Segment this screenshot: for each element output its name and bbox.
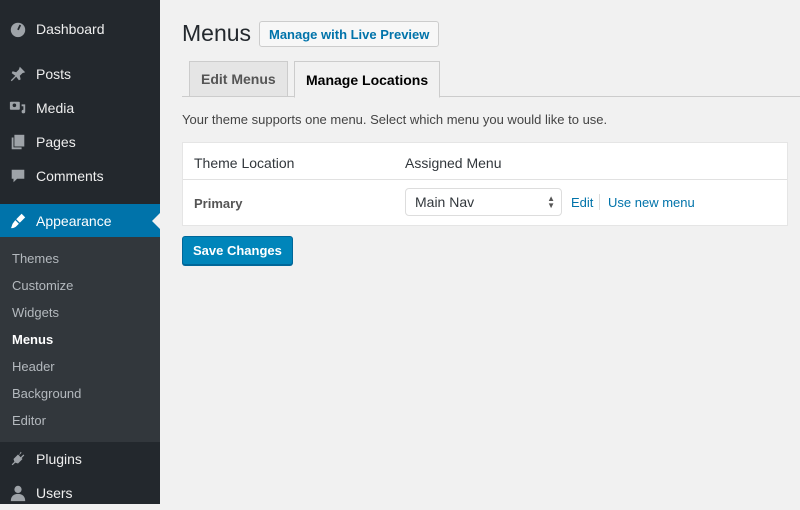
- description: Your theme supports one menu. Select whi…: [182, 112, 608, 127]
- use-new-menu-link[interactable]: Use new menu: [608, 195, 695, 210]
- sidebar-item-label: Pages: [36, 134, 76, 150]
- submenu-item-background[interactable]: Background: [12, 386, 81, 401]
- media-icon: [8, 98, 28, 118]
- edit-menu-link[interactable]: Edit: [571, 195, 593, 210]
- sidebar-item-label: Dashboard: [36, 21, 105, 37]
- live-preview-button[interactable]: Manage with Live Preview: [259, 21, 440, 47]
- submenu-item-menus[interactable]: Menus: [12, 332, 53, 347]
- appearance-submenu: Themes Customize Widgets Menus Header Ba…: [0, 237, 160, 442]
- submenu-item-widgets[interactable]: Widgets: [12, 305, 59, 320]
- pin-icon: [8, 64, 28, 84]
- sidebar-item-label: Comments: [36, 168, 104, 184]
- plug-icon: [8, 449, 28, 469]
- menu-select[interactable]: Main Nav ▲ ▼: [405, 188, 562, 216]
- admin-sidebar: Dashboard Posts Media Pages Comments App…: [0, 0, 160, 504]
- sidebar-item-dashboard[interactable]: Dashboard: [0, 12, 160, 46]
- comment-icon: [8, 166, 28, 186]
- sidebar-item-pages[interactable]: Pages: [0, 125, 160, 159]
- paintbrush-icon: [8, 211, 28, 231]
- menu-select-value: Main Nav: [415, 194, 475, 210]
- column-header-menu: Assigned Menu: [405, 155, 502, 171]
- sidebar-item-comments[interactable]: Comments: [0, 159, 160, 193]
- tab-manage-locations[interactable]: Manage Locations: [294, 61, 441, 98]
- pages-icon: [8, 132, 28, 152]
- select-arrows-icon: ▲ ▼: [547, 194, 555, 210]
- tab-bar: Edit Menus Manage Locations: [182, 61, 800, 98]
- sidebar-item-label: Plugins: [36, 451, 82, 467]
- sidebar-item-label: Media: [36, 100, 75, 116]
- sidebar-item-plugins[interactable]: Plugins: [0, 442, 160, 476]
- column-header-location: Theme Location: [194, 155, 295, 171]
- location-name: Primary: [194, 196, 243, 211]
- link-separator: [599, 194, 600, 210]
- submenu-item-header[interactable]: Header: [12, 359, 55, 374]
- page-title: Menus: [182, 20, 252, 46]
- sidebar-item-label: Users: [36, 485, 73, 501]
- save-changes-button[interactable]: Save Changes: [182, 236, 293, 265]
- row-divider: [183, 179, 787, 180]
- sidebar-item-label: Posts: [36, 66, 72, 82]
- sidebar-item-media[interactable]: Media: [0, 91, 160, 125]
- sidebar-item-users[interactable]: Users: [0, 476, 160, 510]
- sidebar-item-appearance[interactable]: Appearance: [0, 204, 160, 238]
- tab-edit-menus[interactable]: Edit Menus: [189, 61, 288, 97]
- submenu-item-themes[interactable]: Themes: [12, 251, 59, 266]
- locations-table: Theme Location Assigned Menu Primary Mai…: [182, 142, 788, 226]
- sidebar-item-posts[interactable]: Posts: [0, 57, 160, 91]
- submenu-item-customize[interactable]: Customize: [12, 278, 73, 293]
- sidebar-item-label: Appearance: [36, 213, 112, 229]
- dashboard-icon: [8, 19, 28, 39]
- user-icon: [8, 483, 28, 503]
- submenu-item-editor[interactable]: Editor: [12, 413, 46, 428]
